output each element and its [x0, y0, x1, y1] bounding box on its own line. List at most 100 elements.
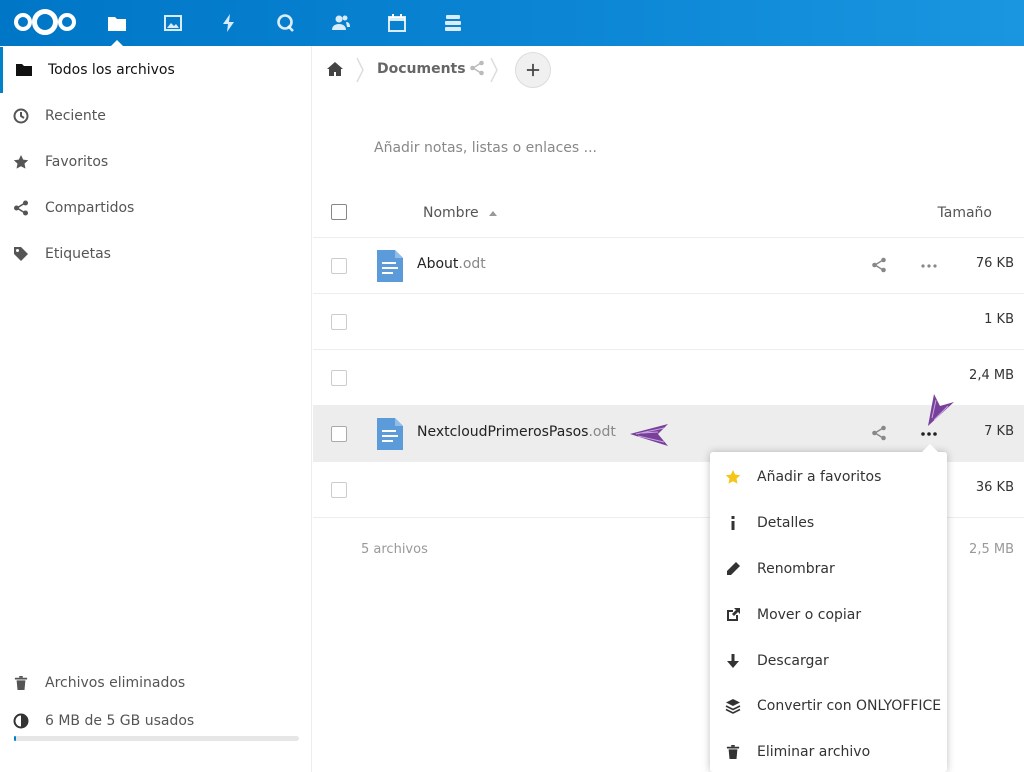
nextcloud-logo[interactable] [12, 6, 78, 38]
contacts-icon [332, 15, 350, 30]
document-file-icon [377, 250, 403, 282]
top-header [0, 0, 1024, 46]
folder-icon [15, 61, 33, 79]
file-extension: .odt [458, 256, 486, 272]
file-size: 7 KB [984, 424, 1014, 439]
menu-item-convert-onlyoffice[interactable]: Convertir con ONLYOFFICE [710, 683, 947, 729]
sidebar-item-favorites[interactable]: Favoritos [0, 139, 311, 185]
pencil-icon [725, 561, 741, 577]
sidebar-item-label: Todos los archivos [48, 62, 175, 78]
menu-item-label: Descargar [757, 653, 829, 669]
activity-icon [223, 14, 234, 32]
photos-app-button[interactable] [145, 0, 201, 46]
search-icon [277, 14, 294, 32]
menu-item-download[interactable]: Descargar [710, 638, 947, 684]
file-size: 2,4 MB [969, 368, 1014, 383]
file-name[interactable]: About.odt [417, 256, 486, 272]
breadcrumb-separator [356, 57, 364, 83]
annotation-arrow-icon [928, 394, 954, 426]
trash-icon [12, 674, 30, 692]
sidebar-item-tags[interactable]: Etiquetas [0, 231, 311, 277]
download-icon [725, 653, 741, 669]
quota-progress-fill [14, 736, 16, 741]
breadcrumb: Documents [313, 46, 1024, 94]
table-row[interactable]: About.odt 76 KB [313, 238, 1024, 294]
file-size: 36 KB [975, 480, 1014, 495]
share-icon[interactable] [871, 257, 889, 275]
sidebar-item-shared[interactable]: Compartidos [0, 185, 311, 231]
layers-icon [725, 698, 741, 714]
file-name[interactable]: NextcloudPrimerosPasos.odt [417, 424, 616, 440]
tag-icon [12, 245, 30, 263]
menu-item-add-favorite[interactable]: Añadir a favoritos [710, 454, 947, 500]
menu-item-label: Eliminar archivo [757, 744, 871, 760]
total-size-summary: 2,5 MB [969, 542, 1014, 557]
menu-item-move-copy[interactable]: Mover o copiar [710, 592, 947, 638]
file-size: 76 KB [975, 256, 1014, 271]
sidebar-item-label: Etiquetas [45, 246, 111, 262]
home-icon[interactable] [327, 61, 343, 77]
new-button[interactable] [515, 52, 551, 88]
share-icon [12, 199, 30, 217]
star-icon [12, 153, 30, 171]
document-file-icon [377, 418, 403, 450]
share-icon[interactable] [469, 60, 485, 76]
file-count-summary: 5 archivos [361, 542, 428, 557]
row-checkbox[interactable] [331, 314, 347, 330]
sidebar-item-recent[interactable]: Reciente [0, 93, 311, 139]
pie-chart-icon [12, 712, 30, 730]
menu-item-delete[interactable]: Eliminar archivo [710, 729, 947, 772]
select-all-checkbox[interactable] [331, 204, 347, 220]
menu-item-label: Añadir a favoritos [757, 469, 882, 485]
deck-app-button[interactable] [425, 0, 481, 46]
file-basename: About [417, 256, 459, 272]
menu-item-label: Detalles [757, 515, 815, 531]
file-extension: .odt [588, 424, 616, 440]
more-actions-icon[interactable] [919, 257, 939, 275]
menu-item-label: Convertir con ONLYOFFICE [757, 698, 942, 714]
file-size: 1 KB [984, 312, 1014, 327]
trash-icon [725, 744, 741, 760]
column-header-size[interactable]: Tamaño [938, 205, 992, 221]
notes-input[interactable]: Añadir notas, listas o enlaces ... [374, 140, 597, 156]
sidebar-item-all-files[interactable]: Todos los archivos [0, 47, 311, 93]
row-checkbox[interactable] [331, 482, 347, 498]
search-app-button[interactable] [257, 0, 313, 46]
calendar-icon [388, 14, 406, 32]
plus-icon [526, 63, 540, 77]
quota-label: 6 MB de 5 GB usados [45, 713, 195, 729]
sidebar-item-label: Archivos eliminados [45, 675, 186, 691]
external-link-icon [725, 607, 741, 623]
sidebar-item-label: Reciente [45, 108, 106, 124]
sidebar-item-label: Compartidos [45, 200, 135, 216]
share-icon[interactable] [871, 425, 889, 443]
star-icon [725, 469, 741, 485]
row-checkbox[interactable] [331, 258, 347, 274]
table-row[interactable]: 1 KB [313, 294, 1024, 350]
photos-icon [164, 15, 182, 31]
contacts-app-button[interactable] [313, 0, 369, 46]
file-basename: NextcloudPrimerosPasos [417, 424, 589, 440]
calendar-app-button[interactable] [369, 0, 425, 46]
menu-item-details[interactable]: Detalles [710, 500, 947, 546]
info-icon [725, 515, 741, 531]
row-checkbox[interactable] [331, 370, 347, 386]
files-icon [108, 17, 126, 31]
clock-icon [12, 107, 30, 125]
file-actions-menu: Añadir a favoritos Detalles Renombrar Mo… [710, 444, 947, 772]
menu-item-rename[interactable]: Renombrar [710, 546, 947, 592]
menu-item-label: Mover o copiar [757, 607, 862, 623]
activity-app-button[interactable] [201, 0, 257, 46]
sort-ascending-icon [489, 211, 497, 216]
breadcrumb-current-folder[interactable]: Documents [377, 61, 466, 77]
breadcrumb-separator [490, 57, 498, 83]
files-app-button[interactable] [89, 0, 145, 46]
quota-progress-bar [14, 736, 299, 741]
menu-item-label: Renombrar [757, 561, 835, 577]
sidebar-item-label: Favoritos [45, 154, 109, 170]
row-checkbox[interactable] [331, 426, 347, 442]
annotation-arrow-icon [630, 424, 668, 446]
sidebar: Todos los archivos Reciente Favoritos Co… [0, 46, 312, 772]
column-header-name[interactable]: Nombre [423, 205, 479, 221]
table-row[interactable]: 2,4 MB [313, 350, 1024, 406]
